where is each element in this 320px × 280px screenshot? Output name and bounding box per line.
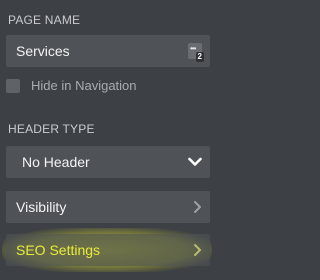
page-options-button[interactable]: ••• 2 — [188, 43, 204, 62]
hide-in-navigation-row[interactable]: Hide in Navigation — [6, 78, 137, 93]
page-name-field[interactable]: Services ••• 2 — [6, 35, 210, 67]
hide-in-navigation-checkbox[interactable] — [6, 78, 20, 93]
chevron-down-icon — [188, 157, 202, 167]
seo-settings-row[interactable]: SEO Settings — [6, 234, 210, 266]
chevron-right-icon — [192, 200, 202, 214]
hide-in-navigation-label: Hide in Navigation — [31, 78, 137, 93]
seo-settings-label: SEO Settings — [16, 242, 101, 258]
header-type-label: HEADER TYPE — [8, 122, 95, 136]
page-name-label: PAGE NAME — [8, 13, 81, 27]
page-badge-number: 2 — [195, 52, 204, 62]
visibility-row[interactable]: Visibility — [6, 191, 210, 223]
page-name-value: Services — [16, 43, 70, 59]
header-type-select[interactable]: No Header — [6, 146, 210, 178]
header-type-value: No Header — [22, 154, 90, 170]
visibility-label: Visibility — [16, 199, 67, 215]
chevron-right-icon — [192, 243, 202, 257]
page-options-icon: ••• 2 — [188, 43, 204, 62]
